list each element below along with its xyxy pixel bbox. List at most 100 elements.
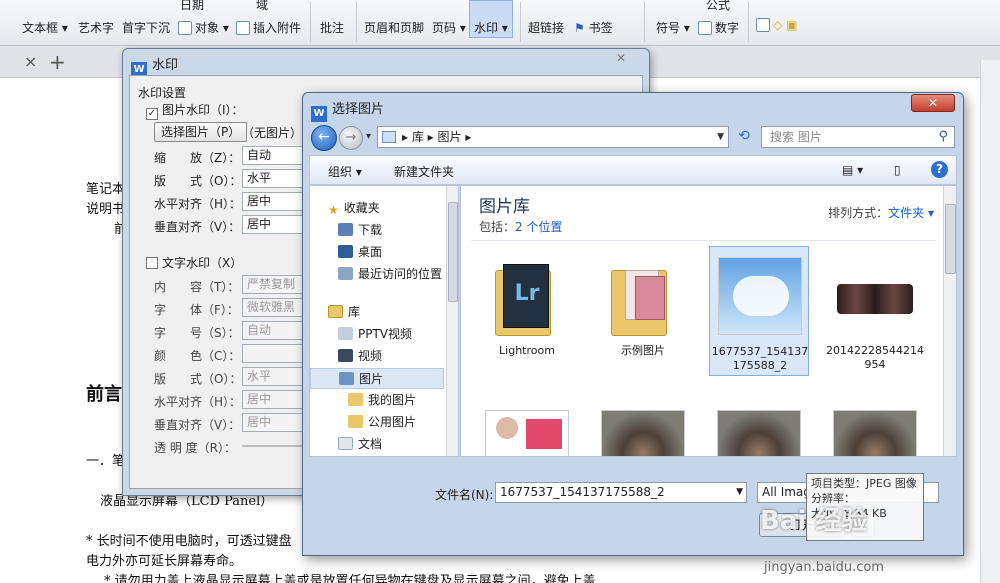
file-list-scrollbar[interactable] [943,186,956,456]
document-scrollbar[interactable] [980,60,1000,583]
nav-pictures[interactable]: 图片 [310,368,444,389]
nav-favorites[interactable]: ★ 收藏夹 [310,198,444,219]
checkbox-unchecked-icon [146,257,158,269]
nav-my-pictures[interactable]: 我的图片 [310,390,444,411]
picture-watermark-checkbox[interactable]: ✓ 图片水印（I）： [146,101,244,120]
dialog-close-button[interactable]: ✕ [911,94,955,112]
organize-button[interactable]: 组织 ▾ [328,163,362,180]
font-label: 字 体（F）： [154,303,239,317]
ribbon-misc-icons[interactable]: ◇ ▣ [756,18,797,32]
new-folder-button[interactable]: 新建文件夹 [394,163,454,180]
nav-videos[interactable]: 视频 [310,346,444,367]
ribbon-attachment-label: 插入附件 [253,21,302,35]
forward-arrow-icon[interactable]: → [339,126,363,150]
select-picture-title-text: 选择图片 [332,102,385,117]
ribbon-textbox[interactable]: 文本框 ▾ [22,19,68,36]
file-tile-image[interactable] [593,400,693,456]
tooltip-type: 项目类型：JPEG 图像 [811,477,917,490]
ribbon-divider [356,2,357,42]
ribbon-watermark[interactable]: 水印 ▾ [474,19,508,36]
ribbon-attachment[interactable]: 插入附件 [236,19,301,36]
address-bar[interactable]: ▸ 库 ▸ 图片 ▸ ▼ [377,126,729,148]
text-v-align-label: 垂直对齐（V）： [154,418,241,432]
nav-public-pictures[interactable]: 公用图片 [310,412,444,433]
nav-documents[interactable]: 文档 [310,434,444,455]
file-name: 示例图片 [621,344,665,357]
ribbon-formula-item[interactable]: 公式 [706,0,730,13]
help-icon[interactable]: ? [931,161,948,178]
text-watermark-checkbox[interactable]: 文字水印（X） [146,254,242,271]
file-tile-image[interactable] [477,400,577,456]
file-list-scroll-thumb[interactable] [945,204,956,274]
layout-label: 版 式（O）： [154,174,242,188]
breadcrumb-pictures[interactable]: 图片 [438,130,462,144]
view-options-icon[interactable]: ▤ ▾ [842,163,863,177]
doc-text-line: 说明书 [86,202,126,217]
ribbon-wordart[interactable]: 艺术字 [78,19,114,36]
file-name: Lightroom [499,344,555,357]
ribbon-field-item[interactable]: 域 [256,0,268,13]
header-divider [471,240,936,241]
breadcrumb-library[interactable]: 库 [412,130,424,144]
nav-scrollbar[interactable] [446,186,458,456]
ribbon-bookmark[interactable]: ⚑ 书签 [574,19,613,36]
nav-desktop[interactable]: 桌面 [310,242,444,263]
filename-value: 1677537_154137175588_2 [500,485,665,499]
nav-recent-places[interactable]: 最近访问的位置 [310,264,444,285]
ribbon-symbol[interactable]: 符号 ▾ [656,19,690,36]
video-library-icon [338,349,353,362]
eraser-icon: ◇ [773,18,783,32]
back-arrow-icon[interactable]: ← [311,125,337,151]
select-picture-button[interactable]: 选择图片（P） [154,122,248,142]
ribbon-page-number[interactable]: 页码 ▾ [432,19,466,36]
nav-scroll-thumb[interactable] [448,202,458,302]
includes-locations-link[interactable]: 2 个位置 [515,220,562,234]
filename-dropdown-icon[interactable]: ▼ [736,483,743,502]
watermark-close-button[interactable]: ✕ [601,51,641,69]
dialog-command-bar: 组织 ▾ 新建文件夹 ▤ ▾ ▯ ? [309,155,957,185]
doc-heading: 前言 [86,384,122,405]
file-tile-selected-image[interactable]: 1677537_154137175588_2 [709,246,809,376]
filename-input[interactable]: 1677537_154137175588_2 ▼ [495,482,747,503]
bookmark-flag-icon: ⚑ [574,21,589,35]
search-icon[interactable]: ⚲ [938,127,948,147]
ribbon-textbox-label: 文本框 [22,21,59,35]
close-tab-icon[interactable]: × [24,52,37,71]
refresh-icon[interactable]: ⟲ [733,126,755,148]
arrange-by-dropdown[interactable]: 文件夹 ▾ [888,206,934,220]
ribbon-number[interactable]: 数字 [698,19,739,36]
nav-desktop-label: 桌面 [358,245,383,259]
ribbon-object[interactable]: 对象 ▾ [178,19,229,36]
file-tile-lightroom[interactable]: Lr Lightroom [477,246,577,376]
ribbon-comment[interactable]: 批注 [320,19,344,36]
ribbon-header-footer[interactable]: 页眉和页脚 [364,19,424,36]
nav-downloads[interactable]: 下载 [310,220,444,241]
ribbon-hyperlink[interactable]: 超链接 [528,19,564,36]
preview-pane-icon[interactable]: ▯ [894,163,901,177]
color-label: 颜 色（C）： [154,349,241,363]
video-library-icon [338,327,353,340]
download-folder-icon [338,223,353,236]
ribbon-divider [520,2,521,42]
file-name: 1677537_154137175588_2 [711,345,809,372]
file-tile-image[interactable] [825,400,925,456]
file-tile-sample-pictures[interactable]: 示例图片 [593,246,693,376]
ribbon-watermark-label: 水印 [474,21,499,35]
file-tile-image[interactable] [709,400,809,456]
new-tab-icon[interactable]: + [49,50,66,74]
ribbon-dropcap[interactable]: 首字下沉 [122,19,170,36]
nav-pptv-video[interactable]: PPTV视频 [310,324,444,345]
documents-library-icon [338,437,353,450]
text-watermark-label: 文字水印（X） [162,256,243,270]
library-icon [382,131,396,143]
address-dropdown-icon[interactable]: ▼ [717,127,724,147]
file-list-pane: 图片库 包括：2 个位置 排列方式：文件夹 ▾ Lr Lightroom 示例图… [460,185,957,457]
nav-libraries[interactable]: 库 [310,302,444,323]
ribbon-toolbar: 日期 域 公式 文本框 ▾ 艺术字 首字下沉 对象 ▾ 插入附件 批注 页眉和页… [0,0,1000,46]
search-input[interactable]: 搜索 图片 ⚲ [761,126,955,148]
transparency-slider[interactable] [242,445,302,447]
file-tile-image[interactable]: 20142228544214954 [825,246,925,376]
pictures-library-icon [339,372,354,385]
ribbon-date-item[interactable]: 日期 [180,0,204,13]
history-dropdown-icon[interactable]: ▾ [366,131,371,142]
